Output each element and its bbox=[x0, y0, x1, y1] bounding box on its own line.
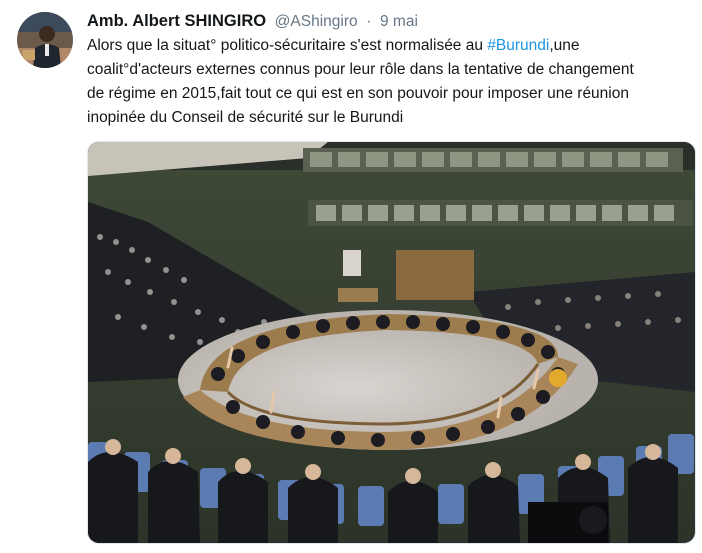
tweet-text-segment: ,une bbox=[549, 37, 580, 54]
author-name[interactable]: Amb. Albert SHINGIRO bbox=[87, 12, 266, 30]
avatar-photo bbox=[17, 12, 73, 68]
tweet-media-photo[interactable] bbox=[87, 141, 696, 544]
avatar[interactable] bbox=[17, 12, 73, 68]
separator-dot: · bbox=[366, 13, 372, 30]
tweet-line-4: inopinée du Conseil de sécurité sur le B… bbox=[87, 109, 404, 126]
tweet-line-1: Alors que la situat° politico-sécuritair… bbox=[87, 34, 687, 58]
tweet-card: Amb. Albert SHINGIRO @AShingiro · 9 mai … bbox=[0, 0, 702, 553]
hashtag-link[interactable]: #Burundi bbox=[487, 37, 549, 54]
tweet-text: Alors que la situat° politico-sécuritair… bbox=[87, 34, 687, 130]
tweet-header: Amb. Albert SHINGIRO @AShingiro · 9 mai bbox=[87, 10, 418, 32]
tweet-timestamp[interactable]: 9 mai bbox=[380, 13, 418, 30]
author-handle[interactable]: @AShingiro bbox=[275, 13, 358, 30]
security-council-photo bbox=[88, 142, 695, 543]
tweet-line-2: coalit°d'acteurs externes connus pour le… bbox=[87, 61, 634, 78]
tweet-line-3: de régime en 2015,fait tout ce qui est e… bbox=[87, 85, 629, 102]
tweet-text-segment: Alors que la situat° politico-sécuritair… bbox=[87, 37, 488, 54]
